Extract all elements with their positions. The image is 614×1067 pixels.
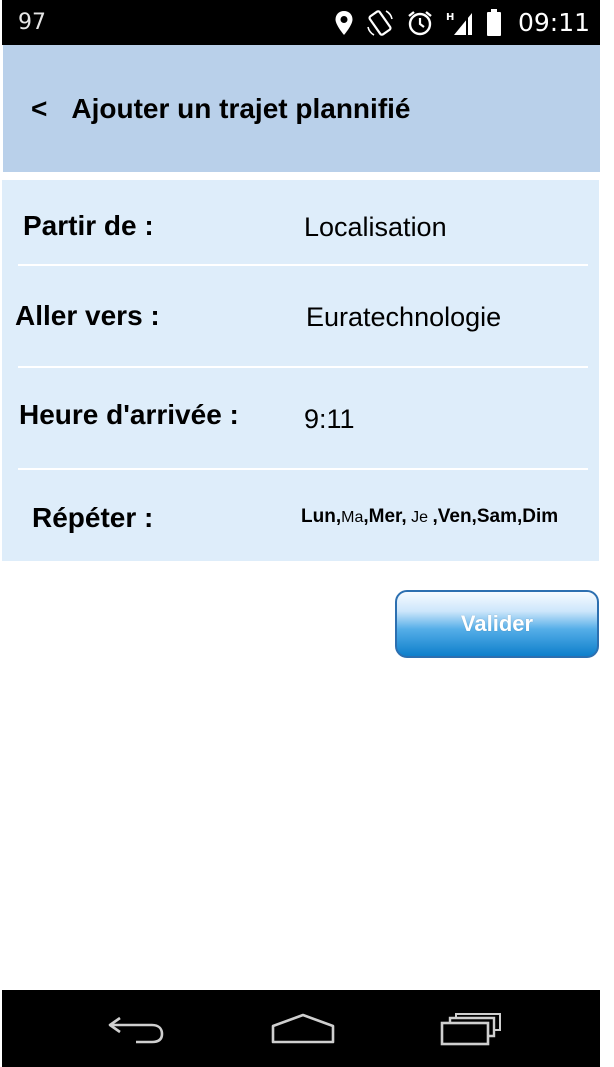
status-bar: 97 H 09:11 [2, 0, 600, 45]
battery-icon [486, 8, 502, 37]
departure-field[interactable]: Localisation [304, 212, 447, 243]
location-icon [334, 10, 354, 36]
back-arrow-icon[interactable] [106, 1012, 166, 1051]
day-sunday[interactable]: Dim [522, 506, 558, 527]
repeat-label: Répéter : [32, 502, 154, 533]
battery-level-text: 97 [18, 10, 46, 35]
trip-form: Partir de : Localisation Aller vers : Eu… [2, 180, 599, 561]
back-button[interactable]: < [31, 93, 47, 125]
svg-text:H: H [446, 12, 454, 23]
destination-label: Aller vers : [15, 300, 160, 331]
screen-rotation-icon [366, 9, 394, 37]
validate-button[interactable]: Valider [395, 590, 599, 658]
navigation-bar [2, 990, 600, 1067]
row-divider [18, 366, 588, 368]
day-thursday[interactable]: Je [411, 509, 428, 526]
departure-label: Partir de : [23, 210, 154, 241]
recent-apps-icon[interactable] [440, 1012, 502, 1051]
app-header: < Ajouter un trajet plannifié [3, 45, 600, 172]
destination-field[interactable]: Euratechnologie [306, 302, 501, 333]
home-icon[interactable] [270, 1012, 336, 1051]
clock-time: 09:11 [517, 8, 590, 37]
signal-icon: H [446, 10, 474, 36]
day-friday[interactable]: ,Ven, [432, 506, 476, 527]
day-monday[interactable]: Lun, [301, 506, 341, 527]
alarm-icon [406, 9, 434, 37]
page-title: Ajouter un trajet plannifié [71, 92, 411, 124]
repeat-days-selector[interactable]: Lun,Ma,Mer, Je ,Ven,Sam,Dim [301, 506, 558, 528]
arrival-time-label: Heure d'arrivée : [19, 399, 239, 430]
day-tuesday[interactable]: Ma [341, 509, 363, 526]
day-wednesday[interactable]: ,Mer, [363, 506, 406, 527]
status-icons: H 09:11 [334, 8, 590, 37]
row-divider [18, 468, 588, 470]
row-divider [18, 264, 588, 266]
day-saturday[interactable]: Sam, [477, 506, 522, 527]
arrival-time-field[interactable]: 9:11 [304, 404, 355, 435]
